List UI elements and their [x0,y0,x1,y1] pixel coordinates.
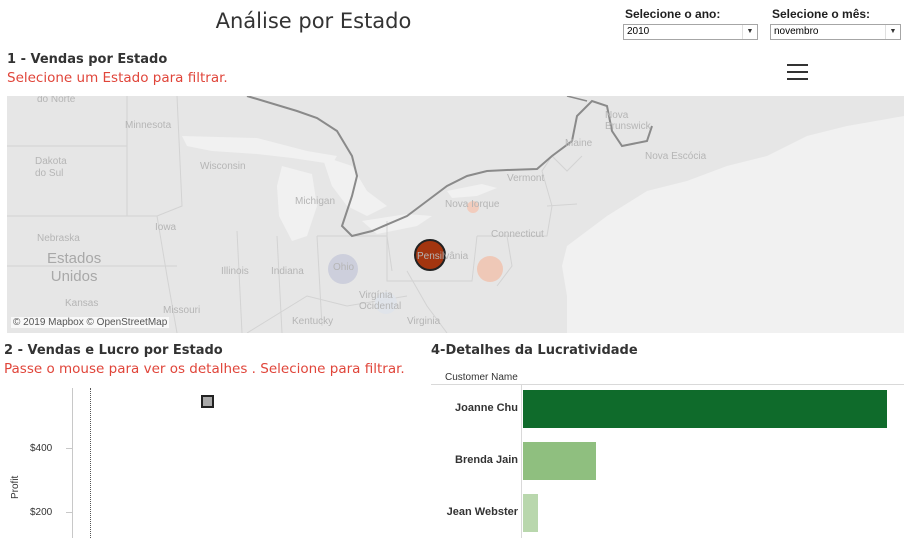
scatter-y-tick: $400 [30,443,53,454]
hamburger-menu-icon[interactable] [787,64,808,80]
map-label-kentucky: Kentucky [292,316,334,327]
scatter-y-axis-title: Profit [10,475,21,499]
scatter-y-tick: $200 [30,507,53,518]
map-label-pensilvania: Pensilvânia [417,251,469,262]
map-sheet-title: 1 - Vendas por Estado [7,52,168,67]
scatter-tick-mark [66,448,72,449]
bar-sheet-title: 4-Detalhes da Lucratividade [431,343,638,358]
map-background [7,96,904,333]
scatter-point[interactable] [201,395,214,408]
month-select-value: novembro [774,26,819,37]
map-sheet-subtitle: Selecione um Estado para filtrar. [7,70,228,86]
sales-map[interactable]: do Norte Minnesota Dakota do Sul Wiscons… [7,96,904,333]
scatter-sheet-title: 2 - Vendas e Lucro por Estado [4,343,223,358]
map-label-ohio: Ohio [333,262,355,273]
bar-mark[interactable] [523,494,538,532]
map-label-maine: Maine [565,138,593,149]
bar-category-label: Joanne Chu [455,402,518,414]
map-label-missouri: Missouri [163,305,201,316]
month-filter-label: Selecione o mês: [772,7,871,21]
map-mark-new-jersey [477,256,503,282]
bar-header-divider [431,384,904,385]
map-label-dakota-do-sul: Dakota do Sul [35,156,67,179]
map-label-kansas: Kansas [65,298,99,309]
bar-category-label: Jean Webster [446,506,518,518]
bar-column-header: Customer Name [445,372,518,383]
map-label-connecticut: Connecticut [491,229,544,240]
map-label-michigan: Michigan [295,196,336,207]
map-label-nova-escocia: Nova Escócia [645,151,707,162]
year-select[interactable]: 2010 ▼ [623,24,758,40]
map-label-nova-iorque: Nova Iorque [445,199,500,210]
bar-axis-line [521,384,522,538]
map-label-minnesota: Minnesota [125,120,172,131]
scatter-y-axis-line [72,388,73,538]
map-label-nebraska: Nebraska [37,233,80,244]
chevron-down-icon: ▼ [742,25,757,39]
map-label-iowa: Iowa [155,222,177,233]
map-label-wisconsin: Wisconsin [200,161,246,172]
map-label-virginia-ocidental: Virgínia Ocidental [359,290,402,312]
map-label-indiana: Indiana [271,266,304,277]
map-label-estados-unidos: Estados Unidos [47,250,102,285]
chevron-down-icon: ▼ [885,25,900,39]
year-filter-label: Selecione o ano: [625,7,721,21]
map-label-do-norte: do Norte [37,96,76,105]
year-select-value: 2010 [627,26,650,37]
bar-category-label: Brenda Jain [455,454,518,466]
dashboard-title: Análise por Estado [215,9,412,33]
map-label-virginia: Virginia [407,316,441,327]
bar-mark[interactable] [523,442,596,480]
map-label-vermont: Vermont [507,173,545,184]
bar-mark[interactable] [523,390,887,428]
month-select[interactable]: novembro ▼ [770,24,901,40]
scatter-reference-line [90,388,91,538]
scatter-tick-mark [66,512,72,513]
map-attribution[interactable]: © 2019 Mapbox © OpenStreetMap [11,317,170,328]
map-label-illinois: Illinois [221,266,249,277]
scatter-sheet-subtitle: Passe o mouse para ver os detalhes . Sel… [4,361,405,377]
map-label-nova-brunswick: Nova Brunswick [605,110,651,132]
